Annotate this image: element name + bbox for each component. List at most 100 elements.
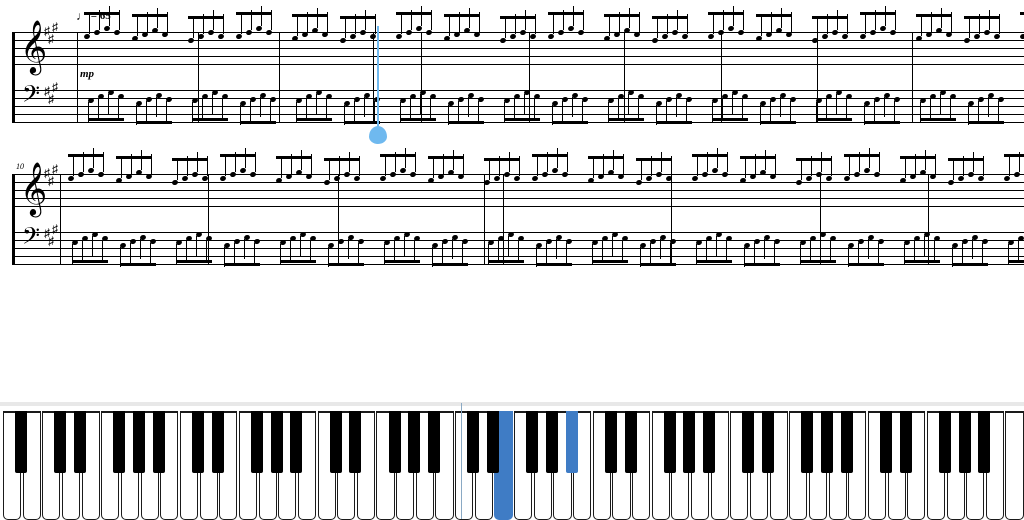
note-group bbox=[276, 164, 316, 204]
piano-key-column bbox=[652, 411, 670, 520]
note-group bbox=[864, 87, 904, 127]
playback-cursor[interactable] bbox=[377, 26, 379, 128]
dynamic-marking: mp bbox=[80, 68, 94, 80]
black-key[interactable] bbox=[959, 411, 971, 473]
black-key[interactable] bbox=[408, 411, 420, 473]
grand-staff-row: 𝄞 ♯♯♯ mp 𝄢 ♯♯♯ bbox=[12, 32, 1024, 132]
note-group bbox=[740, 164, 780, 204]
note-group bbox=[296, 84, 336, 124]
note-group bbox=[280, 226, 320, 266]
piano-key-column bbox=[180, 411, 198, 520]
black-key[interactable] bbox=[113, 411, 125, 473]
note-group bbox=[500, 24, 540, 64]
black-key[interactable] bbox=[939, 411, 951, 473]
note-group bbox=[504, 84, 544, 124]
white-key[interactable] bbox=[1005, 411, 1023, 520]
black-key[interactable] bbox=[192, 411, 204, 473]
piano-key-column bbox=[730, 411, 748, 520]
piano-key-column bbox=[927, 411, 945, 520]
piano-key-column bbox=[514, 411, 532, 520]
note-group bbox=[608, 84, 648, 124]
note-group bbox=[172, 166, 212, 206]
note-group bbox=[536, 229, 576, 269]
black-key[interactable] bbox=[900, 411, 912, 473]
barline bbox=[60, 174, 61, 264]
note-group bbox=[340, 24, 380, 64]
middle-c-marker bbox=[461, 403, 462, 519]
black-key[interactable] bbox=[290, 411, 302, 473]
note-group bbox=[652, 24, 692, 64]
black-key[interactable] bbox=[54, 411, 66, 473]
black-key[interactable] bbox=[349, 411, 361, 473]
note-group bbox=[132, 22, 172, 62]
black-key[interactable] bbox=[978, 411, 990, 473]
black-key[interactable] bbox=[683, 411, 695, 473]
key-signature: ♯♯♯ bbox=[44, 230, 56, 245]
black-key[interactable] bbox=[330, 411, 342, 473]
note-group bbox=[816, 84, 856, 124]
piano-key-column bbox=[101, 411, 119, 520]
note-group bbox=[176, 226, 216, 266]
piano-key-column bbox=[868, 411, 886, 520]
piano-key-column bbox=[593, 411, 611, 520]
sheet-music-area[interactable]: ♩ = 65 𝄞 ♯♯♯ mp 𝄢 ♯♯♯ 10 bbox=[12, 8, 1024, 388]
black-key[interactable] bbox=[15, 411, 27, 473]
black-key[interactable] bbox=[703, 411, 715, 473]
black-key[interactable] bbox=[625, 411, 637, 473]
black-key[interactable] bbox=[880, 411, 892, 473]
black-key[interactable] bbox=[821, 411, 833, 473]
note-group bbox=[756, 22, 796, 62]
grand-staff-row: 10 𝄞 ♯♯♯ 𝄢 ♯♯♯ bbox=[12, 174, 1024, 274]
note-group bbox=[292, 22, 332, 62]
note-group bbox=[636, 166, 676, 206]
black-key[interactable] bbox=[664, 411, 676, 473]
black-key[interactable] bbox=[74, 411, 86, 473]
piano-keyboard[interactable] bbox=[0, 402, 1024, 520]
note-group bbox=[68, 162, 108, 202]
black-key[interactable] bbox=[153, 411, 165, 473]
note-group bbox=[220, 162, 260, 202]
note-group bbox=[432, 229, 472, 269]
note-group bbox=[920, 84, 960, 124]
note-group bbox=[592, 226, 632, 266]
note-group bbox=[448, 87, 488, 127]
black-key[interactable] bbox=[742, 411, 754, 473]
black-key[interactable] bbox=[487, 411, 499, 473]
black-key[interactable] bbox=[762, 411, 774, 473]
black-key[interactable] bbox=[605, 411, 617, 473]
piano-key-column bbox=[42, 411, 60, 520]
note-group bbox=[952, 229, 992, 269]
key-signature: ♯♯♯ bbox=[44, 88, 56, 103]
black-key[interactable] bbox=[389, 411, 401, 473]
barline bbox=[912, 32, 913, 122]
black-key[interactable] bbox=[526, 411, 538, 473]
note-group bbox=[84, 20, 124, 60]
black-key[interactable] bbox=[546, 411, 558, 473]
note-group bbox=[708, 20, 748, 60]
note-group bbox=[712, 84, 752, 124]
black-key[interactable] bbox=[212, 411, 224, 473]
black-key[interactable] bbox=[801, 411, 813, 473]
black-key[interactable] bbox=[841, 411, 853, 473]
piano-key-column bbox=[1005, 411, 1023, 520]
black-key[interactable] bbox=[428, 411, 440, 473]
note-group bbox=[696, 226, 736, 266]
note-group bbox=[800, 226, 840, 266]
note-group bbox=[428, 164, 468, 204]
piano-key-column bbox=[376, 411, 394, 520]
note-group bbox=[968, 87, 1008, 127]
note-group bbox=[400, 84, 440, 124]
note-group bbox=[812, 24, 852, 64]
note-group bbox=[604, 22, 644, 62]
black-key[interactable] bbox=[251, 411, 263, 473]
black-key[interactable] bbox=[271, 411, 283, 473]
note-group bbox=[380, 162, 420, 202]
black-key[interactable] bbox=[566, 411, 578, 473]
black-key[interactable] bbox=[467, 411, 479, 473]
note-group bbox=[120, 229, 160, 269]
piano-key-column bbox=[455, 411, 473, 520]
black-key[interactable] bbox=[133, 411, 145, 473]
key-signature: ♯♯♯ bbox=[44, 170, 56, 185]
keyboard-keys[interactable] bbox=[3, 411, 1024, 520]
note-group bbox=[188, 24, 228, 64]
